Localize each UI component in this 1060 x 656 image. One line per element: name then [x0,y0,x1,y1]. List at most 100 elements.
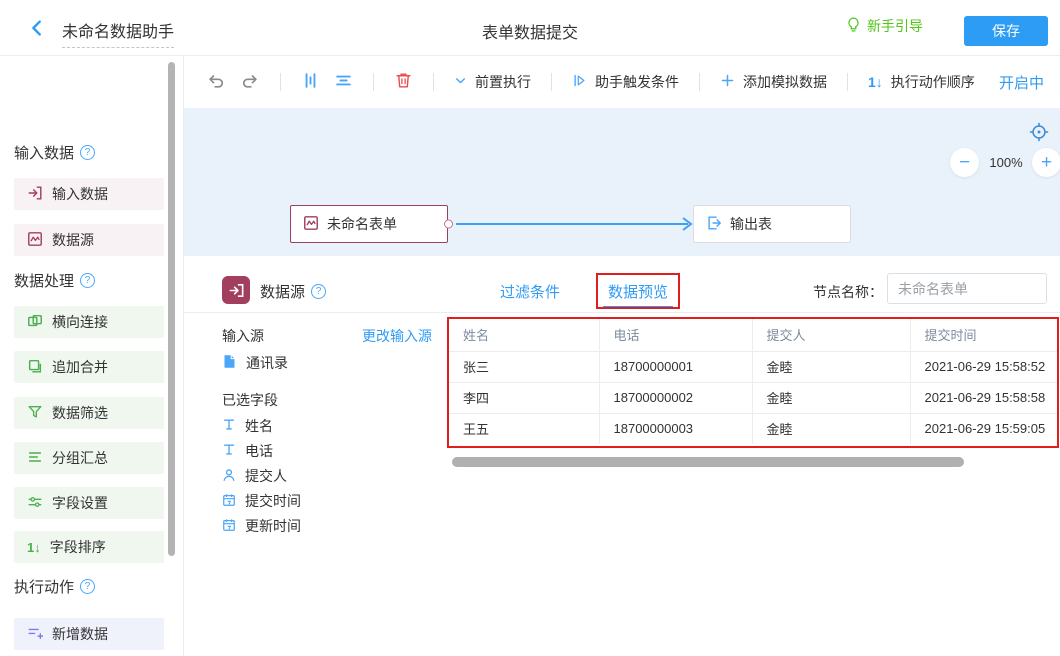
add-mock-data-button[interactable]: 添加模拟数据 [720,72,827,92]
text-type-icon [222,418,236,435]
guide-link[interactable]: 新手引导 [845,16,923,36]
tab-filter-condition[interactable]: 过滤条件 [500,281,560,302]
help-icon[interactable]: ? [80,145,95,160]
source-item-contacts[interactable]: 通讯录 [222,353,288,373]
sort-order-icon: 1↓ [868,74,883,90]
section-title-data-process: 数据处理? [14,270,95,290]
calendar-icon [222,518,236,535]
undo-icon[interactable] [206,71,226,94]
sidebar-item-group-summary[interactable]: 分组汇总 [14,442,164,474]
guide-label: 新手引导 [867,16,923,36]
change-source-link[interactable]: 更改输入源 [362,326,432,346]
text-type-icon [222,443,236,460]
document-icon [222,354,237,372]
assistant-title[interactable]: 未命名数据助手 [62,18,174,48]
sidebar-item-append-merge[interactable]: 追加合并 [14,351,164,383]
add-data-icon [27,625,43,644]
input-source-label: 输入源 [222,326,264,346]
sidebar-item-add-data[interactable]: 新增数据 [14,618,164,650]
app-window: 未命名数据助手 表单数据提交 新手引导 保存 输入数据? 输入数据 数据源 数据… [0,0,1060,656]
col-header: 姓名 [449,319,599,351]
table-row: 李四 18700000002 金睦 2021-06-29 15:58:58 [449,382,1057,413]
locate-center-icon[interactable] [1028,121,1050,143]
sidebar-item-field-sort[interactable]: 1↓ 字段排序 [14,531,164,563]
calendar-icon [222,493,236,510]
node-output-table[interactable]: 输出表 [693,205,851,243]
data-preview-table: 姓名 电话 提交人 提交时间 张三 18700000001 金睦 2021-06… [449,319,1057,444]
divider [433,73,434,91]
edge-arrowhead-icon [681,216,693,235]
back-icon[interactable] [26,17,48,39]
field-settings-icon [27,494,43,513]
play-icon [572,73,587,91]
field-item[interactable]: 姓名 [222,416,273,436]
group-summary-icon [27,449,43,468]
datasource-panel-icon [222,276,250,304]
table-row: 王五 18700000003 金睦 2021-06-29 15:59:05 [449,413,1057,444]
pre-exec-button[interactable]: 前置执行 [454,72,531,92]
help-icon[interactable]: ? [311,284,326,299]
export-icon [706,215,722,234]
import-icon [27,185,43,204]
page-title: 表单数据提交 [482,19,578,43]
sidebar-item-field-settings[interactable]: 字段设置 [14,487,164,519]
bulb-icon [845,16,862,36]
config-panel: 数据源? 过滤条件 数据预览 节点名称： 输入源 更改输入源 通讯录 已选字段 … [184,256,1060,656]
align-vertical-icon[interactable] [301,71,320,93]
zoom-in-button[interactable]: + [1032,148,1060,177]
datasource-icon [27,231,43,250]
canvas-toolbar: 前置执行 助手触发条件 添加模拟数据 1↓ 执行动作顺序 开启中 [184,56,1060,108]
tab-data-preview[interactable]: 数据预览 [608,281,668,302]
col-header: 电话 [599,319,752,351]
status-badge[interactable]: 开启中 [999,72,1044,93]
node-form[interactable]: 未命名表单 [290,205,448,243]
redo-icon[interactable] [240,71,260,94]
sidebar-item-datasource[interactable]: 数据源 [14,224,164,256]
divider [280,73,281,91]
sidebar-item-data-filter[interactable]: 数据筛选 [14,397,164,429]
person-icon [222,468,236,485]
topbar: 未命名数据助手 表单数据提交 新手引导 保存 [0,0,1060,56]
table-header-row: 姓名 电话 提交人 提交时间 [449,319,1057,351]
help-icon[interactable]: ? [80,579,95,594]
append-merge-icon [27,358,43,377]
trigger-condition-button[interactable]: 助手触发条件 [572,72,679,92]
zoom-out-button[interactable]: − [950,148,979,177]
annotation-box-table: 姓名 电话 提交人 提交时间 张三 18700000001 金睦 2021-06… [447,317,1059,448]
filter-icon [27,404,43,423]
col-header: 提交人 [752,319,910,351]
section-title-actions: 执行动作? [14,576,95,596]
divider [184,312,1060,313]
help-icon[interactable]: ? [80,273,95,288]
node-name-label: 节点名称： [813,282,883,302]
node-name-input[interactable] [887,273,1047,304]
field-sort-icon: 1↓ [27,540,41,555]
node-output-port[interactable] [444,220,453,229]
divider [847,73,848,91]
flow-canvas[interactable]: 未命名表单 输出表 − 100% + [184,108,1060,256]
delete-icon[interactable] [394,71,413,93]
sidebar: 输入数据? 输入数据 数据源 数据处理? 横向连接 追加合并 数据筛选 分组汇总 [0,56,184,656]
action-order-button[interactable]: 1↓ 执行动作顺序 [868,72,975,92]
save-button[interactable]: 保存 [964,16,1048,46]
field-item[interactable]: 电话 [222,441,273,461]
horizontal-join-icon [27,313,43,332]
divider [699,73,700,91]
table-row: 张三 18700000001 金睦 2021-06-29 15:58:52 [449,351,1057,382]
plus-icon [720,73,735,91]
align-horizontal-icon[interactable] [334,71,353,93]
section-title-input-data: 输入数据? [14,142,95,162]
chevron-down-icon [454,74,467,90]
zoom-level: 100% [983,155,1029,170]
field-item[interactable]: 提交人 [222,466,287,486]
field-item[interactable]: 更新时间 [222,516,301,536]
table-horizontal-scrollbar[interactable] [452,457,964,467]
edge-connector [456,223,688,225]
sidebar-item-input-data[interactable]: 输入数据 [14,178,164,210]
active-tab-underline [603,306,673,309]
panel-title: 数据源? [260,281,326,302]
field-item[interactable]: 提交时间 [222,491,301,511]
sidebar-scrollbar[interactable] [168,62,175,556]
selected-fields-label: 已选字段 [222,390,278,410]
sidebar-item-horizontal-join[interactable]: 横向连接 [14,306,164,338]
